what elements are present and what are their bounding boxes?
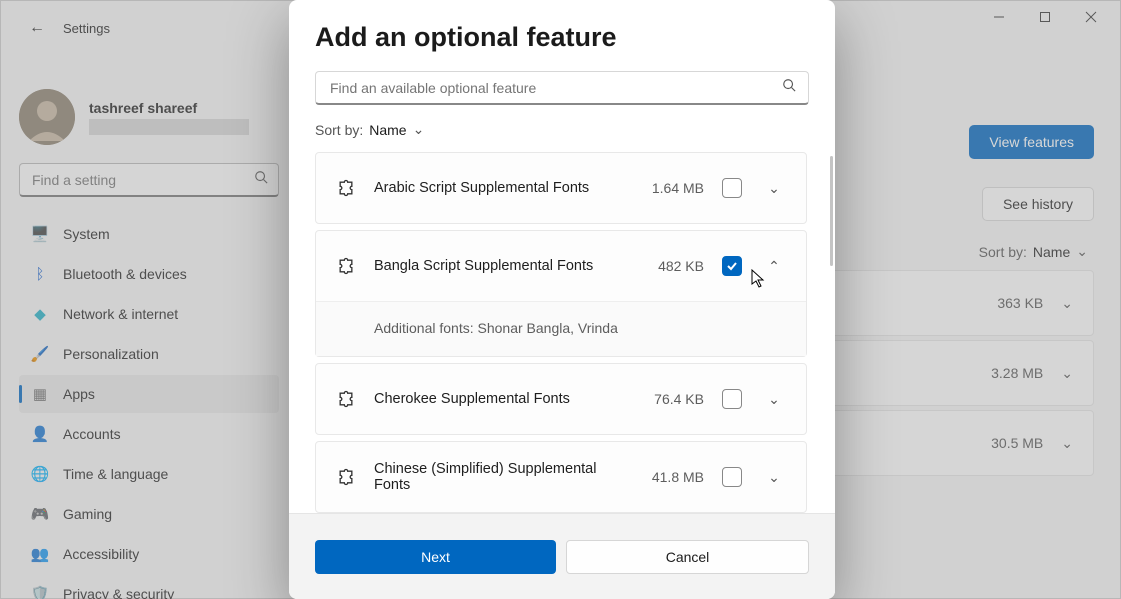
feature-size: 482 KB: [636, 258, 704, 274]
feature-row[interactable]: Cherokee Supplemental Fonts 76.4 KB ⌄: [316, 364, 806, 434]
dialog-title: Add an optional feature: [315, 22, 809, 53]
feature-checkbox[interactable]: [722, 467, 742, 487]
feature-size: 1.64 MB: [636, 180, 704, 196]
cancel-button[interactable]: Cancel: [566, 540, 809, 574]
feature-row[interactable]: Arabic Script Supplemental Fonts 1.64 MB…: [316, 153, 806, 223]
feature-name: Cherokee Supplemental Fonts: [374, 391, 618, 407]
dialog-search-input[interactable]: [328, 79, 748, 97]
feature-checkbox[interactable]: [722, 256, 742, 276]
add-feature-dialog: Add an optional feature Sort by: Name ⌄ …: [289, 0, 835, 599]
puzzle-icon: [336, 467, 356, 487]
sort-prefix: Sort by:: [315, 122, 363, 138]
feature-row[interactable]: Bangla Script Supplemental Fonts 482 KB …: [316, 231, 806, 301]
dialog-sort[interactable]: Sort by: Name ⌄: [315, 121, 809, 138]
feature-name: Chinese (Simplified) Supplemental Fonts: [374, 461, 618, 493]
next-button[interactable]: Next: [315, 540, 556, 574]
feature-size: 41.8 MB: [636, 469, 704, 485]
feature-detail: Additional fonts: Shonar Bangla, Vrinda: [316, 301, 806, 356]
feature-size: 76.4 KB: [636, 391, 704, 407]
chevron-up-icon[interactable]: ⌃: [760, 258, 788, 275]
dialog-footer: Next Cancel: [289, 513, 835, 599]
feature-card: Arabic Script Supplemental Fonts 1.64 MB…: [315, 152, 807, 224]
feature-checkbox[interactable]: [722, 389, 742, 409]
puzzle-icon: [336, 256, 356, 276]
chevron-down-icon[interactable]: ⌄: [760, 180, 788, 197]
chevron-down-icon[interactable]: ⌄: [760, 391, 788, 408]
puzzle-icon: [336, 178, 356, 198]
puzzle-icon: [336, 389, 356, 409]
feature-checkbox[interactable]: [722, 178, 742, 198]
dialog-search[interactable]: [315, 71, 809, 105]
feature-name: Arabic Script Supplemental Fonts: [374, 180, 618, 196]
sort-value: Name: [369, 122, 406, 138]
feature-card: Chinese (Simplified) Supplemental Fonts …: [315, 441, 807, 513]
chevron-down-icon: ⌄: [413, 121, 425, 138]
chevron-down-icon[interactable]: ⌄: [760, 469, 788, 486]
feature-card: Bangla Script Supplemental Fonts 482 KB …: [315, 230, 807, 357]
feature-list: Arabic Script Supplemental Fonts 1.64 MB…: [315, 152, 809, 513]
feature-row[interactable]: Chinese (Simplified) Supplemental Fonts …: [316, 442, 806, 512]
scrollbar-thumb[interactable]: [830, 156, 833, 266]
feature-name: Bangla Script Supplemental Fonts: [374, 258, 618, 274]
search-icon: [782, 78, 796, 97]
feature-card: Cherokee Supplemental Fonts 76.4 KB ⌄: [315, 363, 807, 435]
